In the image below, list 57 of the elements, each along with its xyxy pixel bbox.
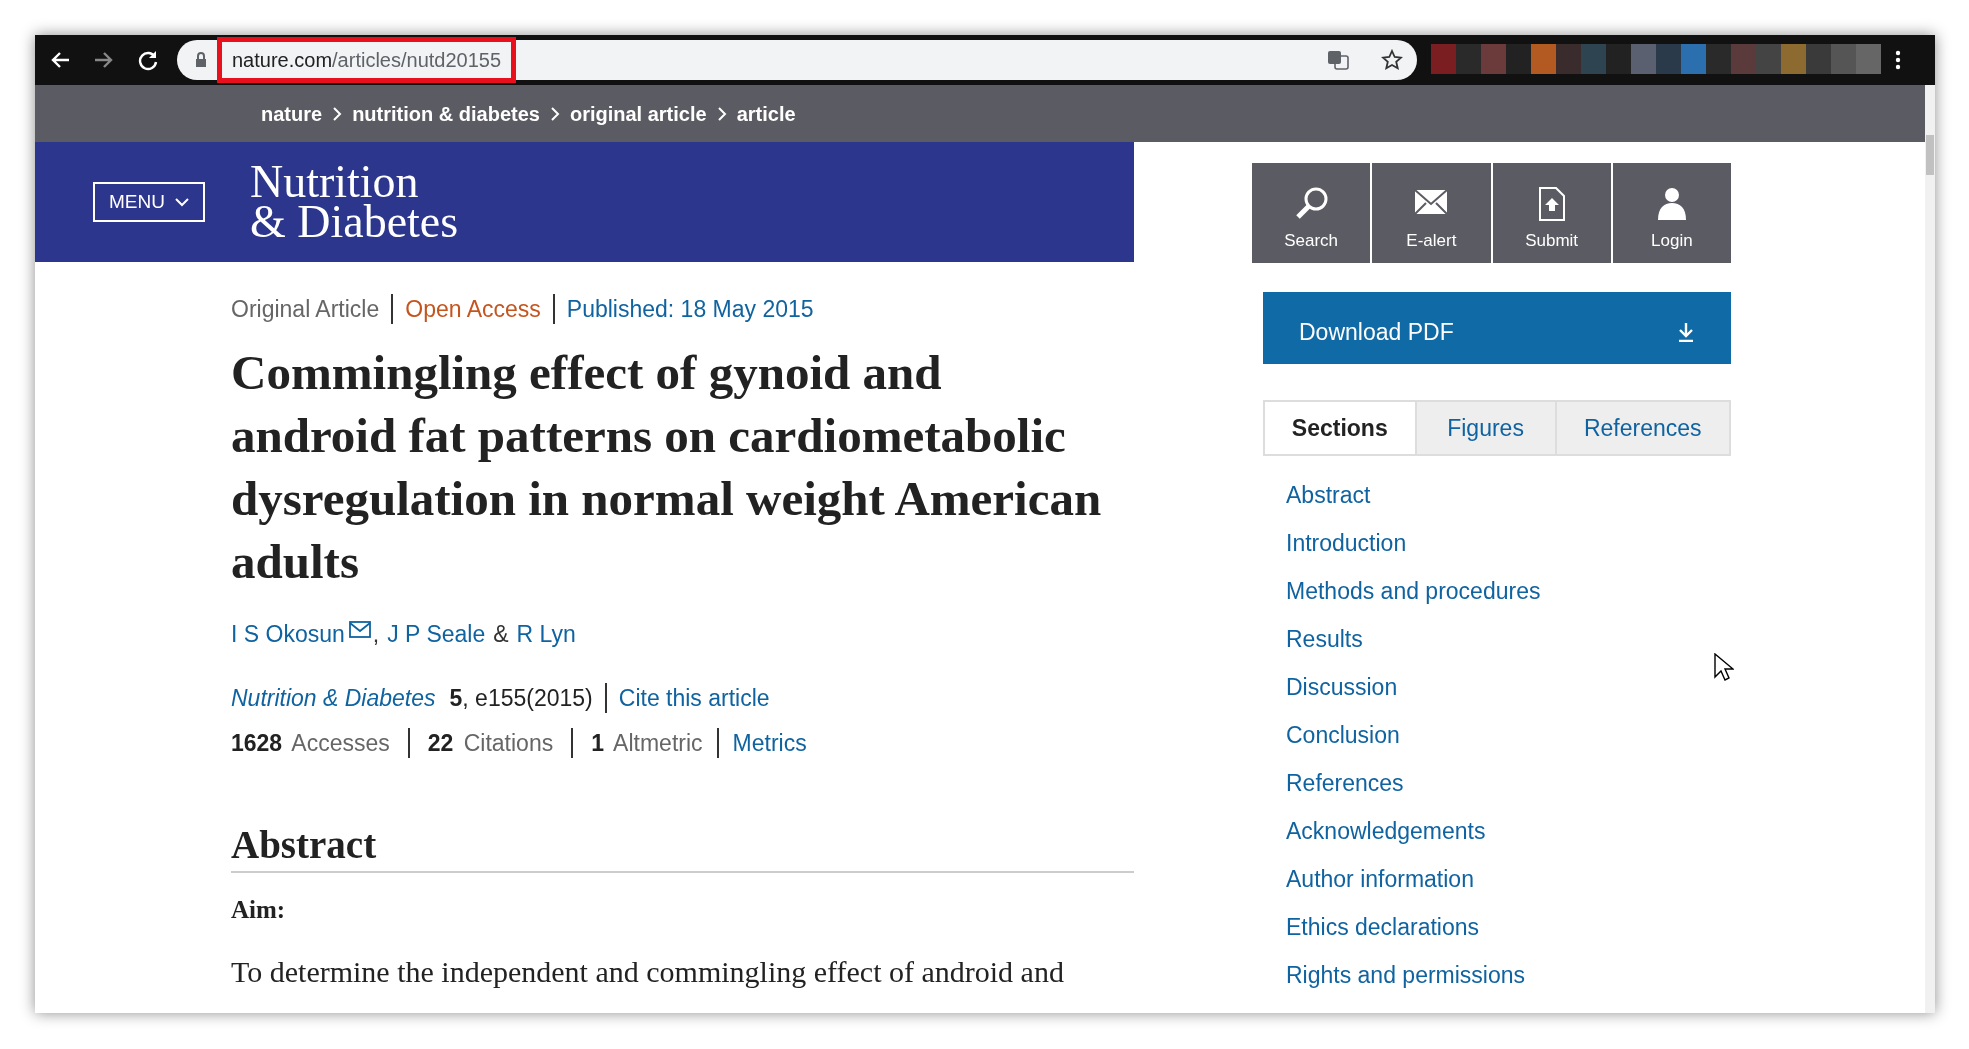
cite-link[interactable]: Cite this article [618,681,770,716]
chevron-icon [332,105,343,122]
section-link[interactable]: Abstract [1286,478,1371,512]
url-text: nature.com/articles/nutd20155 [217,37,517,83]
abstract-text: To determine the independent and commingling effect of android and [231,954,1065,991]
journal-logo[interactable]: Nutrition & Diabetes [249,162,459,242]
journal-link[interactable]: Nutrition & Diabetes [231,681,436,716]
section-link[interactable]: Methods and procedures [1286,574,1541,608]
toolbar-button[interactable]: Search [1252,163,1371,263]
toolbar-button[interactable]: Submit [1492,163,1611,263]
download-button[interactable]: Download PDF [1263,292,1731,364]
reload-icon[interactable] [137,49,159,71]
more-icon[interactable] [1895,49,1901,71]
metric-text: 1628 Accesses [231,728,390,758]
article-type: Original Article [231,295,380,324]
author-separator: , [372,619,380,649]
author-separator: & [493,619,509,649]
chevron-icon [549,105,560,122]
breadcrumb-link[interactable]: nature [261,98,323,129]
section-link[interactable]: Acknowledgements [1286,814,1486,848]
section-heading: Abstract [231,822,1134,873]
citation-text: 5, e155(2015) [449,684,593,713]
breadcrumb-link[interactable]: nutrition & diabetes [352,98,540,129]
section-link[interactable]: Author information [1286,862,1474,896]
menu-button[interactable]: MENU [93,181,205,223]
caret-icon [174,197,189,207]
publish-date: Published: 18 May 2015 [566,295,814,324]
metric-text: 1 Altmetric [591,728,703,758]
section-link[interactable]: References [1286,766,1404,800]
scrollbar-thumb[interactable] [1926,135,1934,175]
subheading: Aim: [231,894,287,925]
author-link[interactable]: J P Seale [387,616,486,651]
star-icon[interactable] [1381,49,1403,71]
section-link[interactable]: Discussion [1286,670,1398,704]
metrics-link[interactable]: Metrics [732,725,807,760]
address-bar[interactable]: nature.com/articles/nutd20155 [177,40,1417,80]
section-link[interactable]: Rights and permissions [1286,958,1526,992]
download-icon [1677,322,1695,342]
chevron-icon [716,105,727,122]
breadcrumb-link[interactable]: article [736,98,796,129]
access-label: Open Access [405,295,541,324]
section-link[interactable]: Introduction [1286,526,1407,560]
author-link[interactable]: R Lyn [516,616,576,651]
metric-text: 22 Citations [427,728,554,758]
section-link[interactable]: Conclusion [1286,718,1400,752]
section-link[interactable]: Ethics declarations [1286,910,1480,944]
article-title: Commingling effect of gynoid and android fat patterns on cardiometabolic dysregulation in normal weight American adults [231,343,1103,591]
toolbar-button[interactable]: Login [1612,163,1731,263]
section-link[interactable]: Results [1286,622,1363,656]
mail-icon [348,621,371,640]
lock-icon [195,52,207,68]
toolbar-button[interactable]: E-alert [1372,163,1491,263]
breadcrumb-link[interactable]: original article [569,98,707,129]
tab[interactable]: Figures [1414,402,1555,454]
tab[interactable]: References [1554,402,1729,454]
cursor-icon [1714,653,1734,683]
author-link[interactable]: I S Okosun [231,616,373,651]
